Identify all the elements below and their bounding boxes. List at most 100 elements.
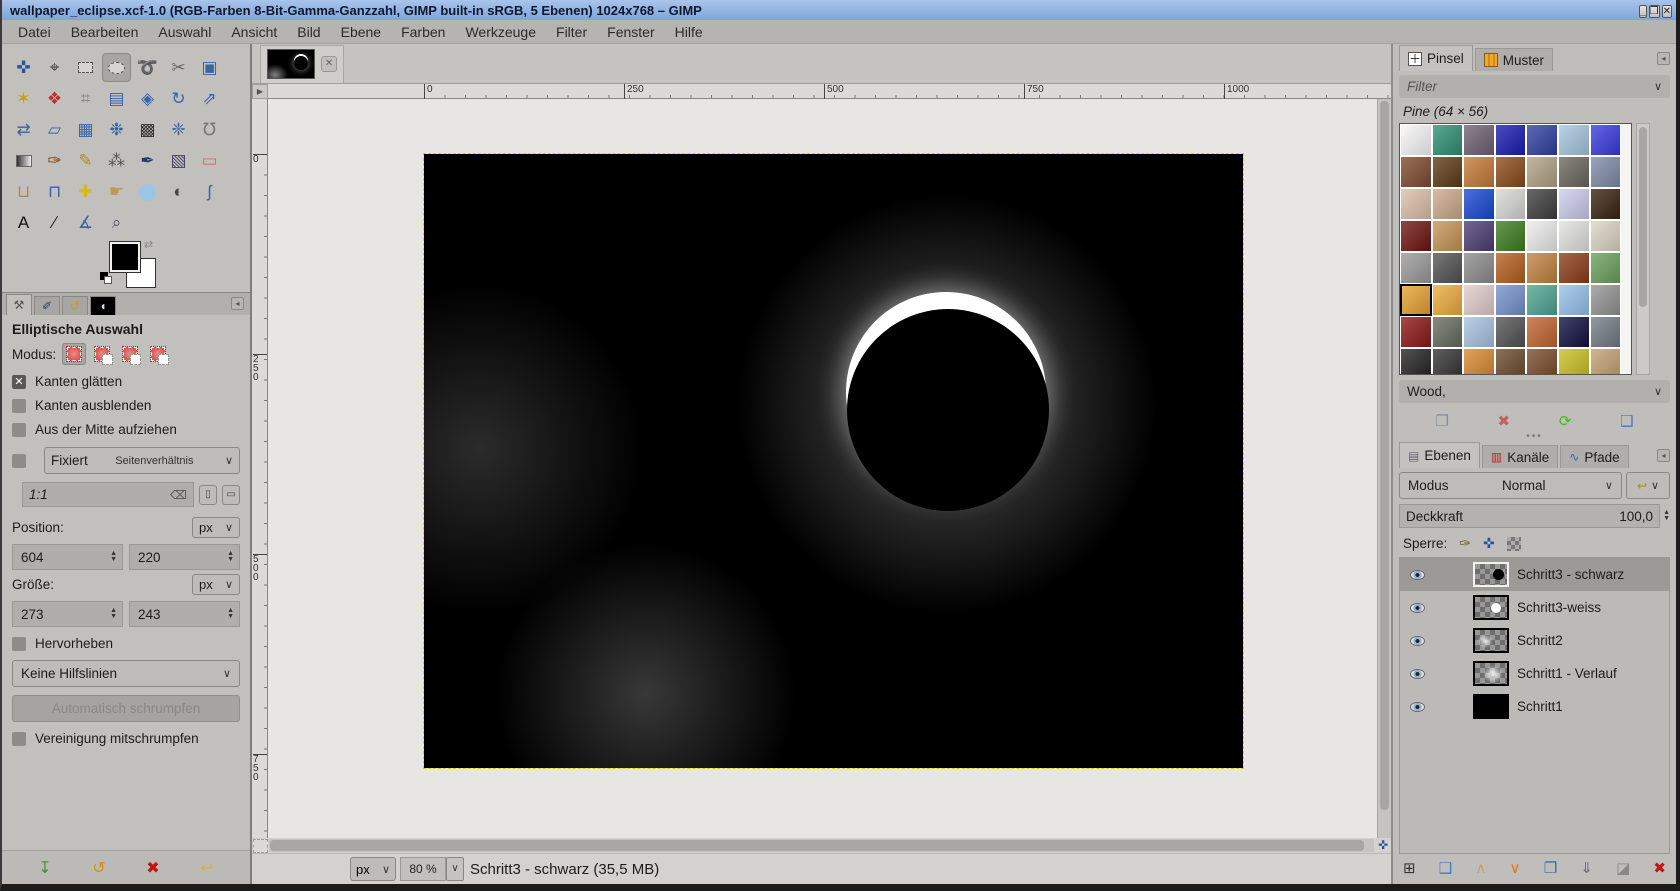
tool-gradient[interactable] — [9, 146, 38, 175]
layer-row[interactable]: Schritt3-weiss — [1400, 591, 1669, 624]
pattern-swatch[interactable] — [1589, 188, 1622, 220]
pattern-swatch[interactable] — [1431, 220, 1464, 252]
menu-fenster[interactable]: Fenster — [597, 22, 664, 42]
horizontal-scrollbar[interactable] — [269, 839, 1374, 852]
mode-add[interactable] — [90, 343, 114, 365]
tool-select-by-color[interactable]: ❖ — [40, 84, 69, 113]
tool-text[interactable]: A — [9, 208, 38, 237]
pattern-swatch[interactable] — [1557, 348, 1590, 374]
tool-heal[interactable]: ✚ — [71, 177, 100, 206]
guides-dropdown[interactable]: Keine Hilfslinien ∨ — [12, 660, 240, 687]
tab-undo-history[interactable]: ↺ — [62, 296, 88, 315]
pattern-swatch[interactable] — [1526, 348, 1558, 374]
new-layer-button[interactable]: ⊞ — [1403, 859, 1416, 877]
tool-warp-transform[interactable]: ▩ — [133, 115, 162, 144]
open-pattern-folder-button[interactable]: ❑ — [1620, 412, 1633, 430]
menu-ebene[interactable]: Ebene — [331, 22, 391, 42]
tool-perspective-clone[interactable]: ⊓ — [40, 177, 69, 206]
pattern-swatch[interactable] — [1463, 188, 1495, 220]
delete-pattern-button[interactable]: ✖ — [1498, 412, 1511, 430]
pattern-swatch[interactable] — [1526, 252, 1558, 284]
panel-menu-button[interactable]: ◂ — [1657, 449, 1670, 462]
fixed-checkbox[interactable] — [12, 453, 26, 468]
spinner-arrows[interactable]: ▲ ▼ — [224, 550, 237, 563]
portrait-orientation-button[interactable]: ▯ — [199, 484, 217, 505]
pattern-swatch[interactable] — [1557, 188, 1590, 220]
tool-move[interactable]: ✜ — [9, 53, 38, 82]
tool-unified-transform[interactable]: ◈ — [133, 84, 162, 113]
menu-werkzeuge[interactable]: Werkzeuge — [455, 22, 546, 42]
spinner-arrows[interactable]: ▲ ▼ — [107, 550, 120, 563]
duplicate-pattern-button[interactable]: ❐ — [1435, 412, 1448, 430]
menu-filter[interactable]: Filter — [546, 22, 597, 42]
pattern-swatch[interactable] — [1463, 156, 1495, 188]
opacity-spinner[interactable]: ▲ ▼ — [1660, 509, 1670, 522]
pattern-swatch[interactable] — [1431, 156, 1464, 188]
visibility-eye-icon[interactable] — [1410, 701, 1425, 712]
pattern-swatch[interactable] — [1589, 316, 1622, 348]
tool-zoom[interactable]: ⌕ — [102, 208, 131, 237]
layer-row[interactable]: Schritt1 - Verlauf — [1400, 657, 1669, 690]
ruler-origin-button[interactable]: ▶ — [252, 84, 268, 99]
tab-kanaele[interactable]: ▥ Kanäle — [1481, 445, 1559, 468]
navigation-icon[interactable]: ✜ — [1375, 838, 1391, 853]
pattern-swatch[interactable] — [1400, 220, 1432, 252]
position-unit-dropdown[interactable]: px ∨ — [192, 517, 240, 538]
mode-intersect[interactable] — [146, 343, 170, 365]
tool-airbrush[interactable]: ⁂ — [102, 146, 131, 175]
tool-crop[interactable]: ▤ — [102, 84, 131, 113]
default-colors-icon[interactable] — [100, 272, 113, 285]
layer-row[interactable]: Schritt2 — [1400, 624, 1669, 657]
pattern-swatch[interactable] — [1400, 348, 1432, 374]
tool-scissors-select[interactable]: ✂ — [164, 53, 193, 82]
landscape-orientation-button[interactable]: ▭ — [222, 484, 240, 505]
checkbox-aus-der-mitte-aufziehen[interactable] — [12, 422, 26, 437]
blend-space-button[interactable]: ↩ ∨ — [1626, 472, 1670, 499]
pattern-name-dropdown[interactable]: Wood, ∨ — [1399, 380, 1670, 403]
foreground-color-swatch[interactable] — [109, 241, 141, 273]
tab-image-thumbnail[interactable]: ◖ — [90, 296, 116, 315]
pattern-swatch[interactable] — [1526, 220, 1558, 252]
mode-replace[interactable] — [62, 343, 87, 365]
tool-rotate[interactable]: ↻ — [164, 84, 193, 113]
layer-row[interactable]: Schritt3 - schwarz — [1400, 558, 1669, 591]
pattern-swatch[interactable] — [1463, 220, 1495, 252]
pattern-swatch[interactable] — [1400, 156, 1432, 188]
vertical-ruler[interactable]: 0 2 5 0 5 0 0 7 5 0 — [252, 99, 268, 838]
pattern-swatch[interactable] — [1494, 188, 1527, 220]
delete-layer-button[interactable]: ✖ — [1653, 859, 1666, 877]
statusbar-unit-dropdown[interactable]: px ∨ — [350, 857, 396, 881]
fixed-dropdown[interactable]: Fixiert Seitenverhältnis ∨ — [44, 447, 240, 474]
visibility-eye-icon[interactable] — [1410, 635, 1425, 646]
pattern-swatch[interactable] — [1400, 124, 1432, 156]
tab-pinsel[interactable]: ＋ Pinsel — [1399, 45, 1473, 71]
tab-muster[interactable]: Muster — [1474, 48, 1554, 71]
pattern-swatch[interactable] — [1557, 284, 1590, 316]
tool-mypaint-brush[interactable]: ▧ — [164, 146, 193, 175]
quick-mask-toggle[interactable] — [253, 838, 268, 853]
tab-ebenen[interactable]: ▤ Ebenen — [1399, 442, 1480, 468]
pattern-swatch[interactable] — [1494, 156, 1527, 188]
menu-hilfe[interactable]: Hilfe — [665, 22, 713, 42]
image-tab[interactable]: ✕ — [260, 44, 344, 83]
visibility-eye-icon[interactable] — [1410, 602, 1425, 613]
pattern-swatch[interactable] — [1526, 156, 1558, 188]
pattern-swatch[interactable] — [1431, 188, 1464, 220]
new-layer-group-button[interactable]: ❑ — [1439, 859, 1452, 877]
pattern-scrollbar[interactable] — [1636, 123, 1650, 375]
spinner-arrows[interactable]: ▲ ▼ — [107, 607, 120, 620]
pattern-swatch[interactable] — [1589, 220, 1622, 252]
pattern-swatch[interactable] — [1557, 124, 1590, 156]
pattern-swatch[interactable] — [1494, 348, 1527, 374]
pattern-swatch[interactable] — [1463, 348, 1495, 374]
checkbox-kanten-ausblenden[interactable] — [12, 398, 26, 413]
visibility-eye-icon[interactable] — [1410, 569, 1425, 580]
vertical-scrollbar[interactable] — [1377, 99, 1391, 838]
pattern-swatch[interactable] — [1589, 156, 1622, 188]
pattern-swatch[interactable] — [1431, 252, 1464, 284]
zoom-level-input[interactable]: 80 % — [400, 857, 446, 881]
tool-pencil[interactable]: ✎ — [71, 146, 100, 175]
position-x-input[interactable]: 604 ▲ ▼ — [12, 544, 123, 570]
pattern-swatch[interactable] — [1526, 124, 1558, 156]
highlight-checkbox[interactable] — [12, 636, 26, 651]
